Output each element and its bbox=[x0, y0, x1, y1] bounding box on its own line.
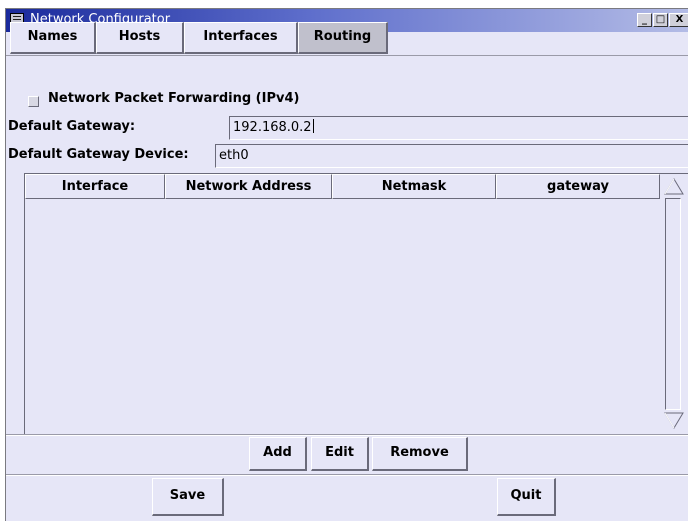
network-configurator-window: Network Configurator _ □ X Names Hosts I… bbox=[5, 8, 688, 521]
quit-button[interactable]: Quit bbox=[497, 478, 556, 516]
button-label: Save bbox=[169, 488, 206, 503]
edit-route-button[interactable]: Edit bbox=[311, 437, 369, 471]
column-header-label: Interface bbox=[61, 179, 129, 194]
button-label: Edit bbox=[325, 445, 354, 460]
column-header-label: Network Address bbox=[185, 179, 312, 194]
tab-names[interactable]: Names bbox=[10, 22, 96, 54]
default-gateway-device-input[interactable]: eth0 bbox=[215, 144, 688, 168]
default-gateway-value: 192.168.0.2 bbox=[233, 120, 312, 135]
maximize-icon[interactable]: □ bbox=[653, 13, 668, 27]
minimize-icon[interactable]: _ bbox=[637, 13, 652, 27]
tab-label: Routing bbox=[313, 29, 372, 44]
button-label: Remove bbox=[390, 445, 449, 460]
default-gateway-device-value: eth0 bbox=[219, 148, 249, 163]
column-header-gateway[interactable]: gateway bbox=[496, 174, 660, 199]
column-header-netmask[interactable]: Netmask bbox=[332, 174, 496, 199]
tab-interfaces[interactable]: Interfaces bbox=[184, 22, 298, 54]
routes-table[interactable]: Interface Network Address Netmask gatewa… bbox=[24, 173, 688, 434]
default-gateway-device-label: Default Gateway Device: bbox=[8, 147, 189, 162]
save-button[interactable]: Save bbox=[152, 478, 224, 516]
tab-hosts[interactable]: Hosts bbox=[96, 22, 184, 54]
ipv4-forwarding-label: Network Packet Forwarding (IPv4) bbox=[48, 91, 300, 106]
column-header-label: gateway bbox=[547, 179, 609, 194]
column-header-interface[interactable]: Interface bbox=[25, 174, 165, 199]
footer-separator bbox=[6, 474, 688, 476]
button-label: Quit bbox=[510, 488, 542, 503]
column-header-label: Netmask bbox=[381, 179, 447, 194]
tab-label: Names bbox=[27, 29, 78, 44]
routes-scrollbar[interactable] bbox=[660, 174, 688, 433]
remove-route-button[interactable]: Remove bbox=[372, 437, 468, 471]
add-route-button[interactable]: Add bbox=[249, 437, 307, 471]
tab-divider bbox=[6, 55, 688, 56]
default-gateway-input[interactable]: 192.168.0.2 bbox=[229, 116, 688, 140]
ipv4-forwarding-checkbox[interactable] bbox=[28, 96, 39, 107]
tab-label: Interfaces bbox=[203, 29, 278, 44]
buttons-separator bbox=[6, 434, 688, 436]
column-header-network-address[interactable]: Network Address bbox=[165, 174, 332, 199]
button-label: Add bbox=[263, 445, 292, 460]
text-caret bbox=[312, 119, 314, 133]
default-gateway-label: Default Gateway: bbox=[8, 119, 136, 134]
tab-routing[interactable]: Routing bbox=[298, 22, 388, 54]
tab-label: Hosts bbox=[118, 29, 161, 44]
scrollbar-trough[interactable] bbox=[665, 198, 681, 410]
close-icon[interactable]: X bbox=[669, 13, 688, 27]
